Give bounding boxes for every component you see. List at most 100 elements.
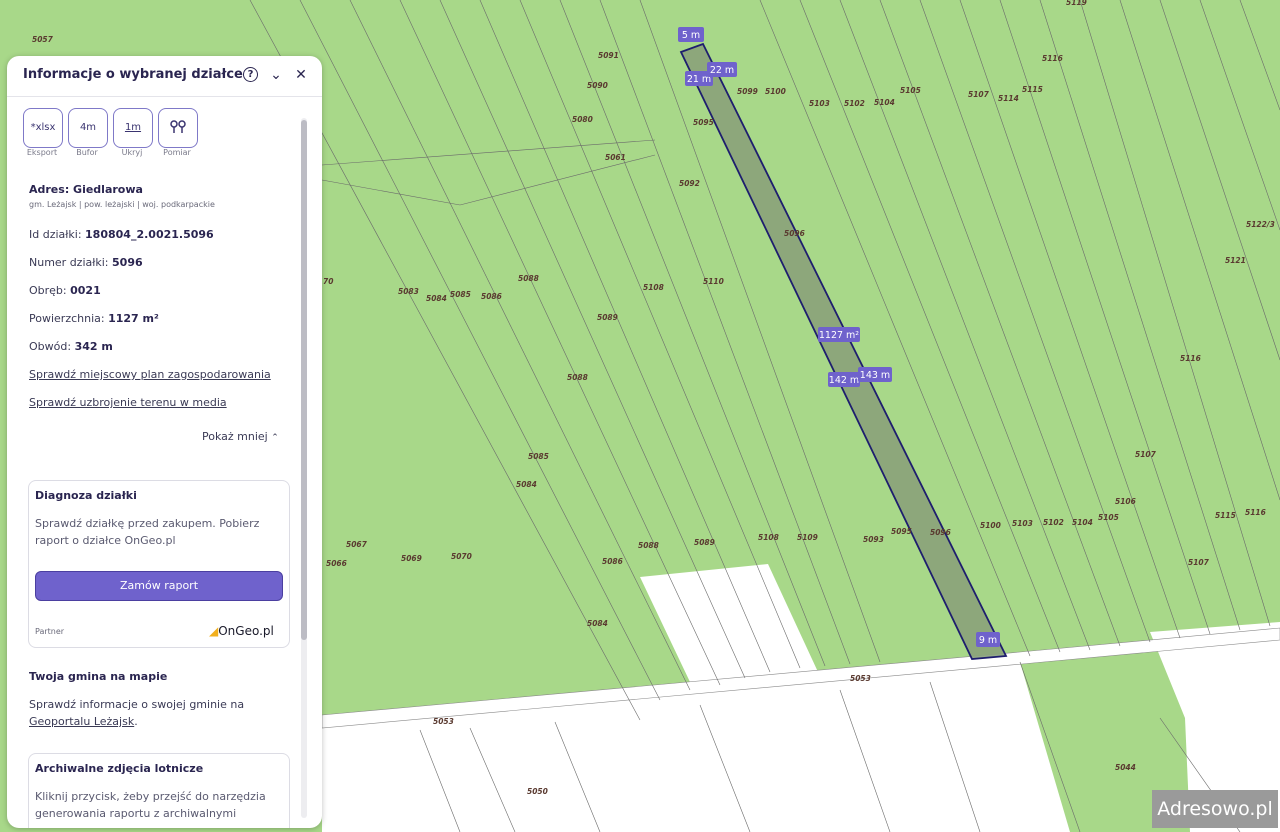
parcel-label: 5086 [602,557,623,566]
parcel-label: 5108 [758,533,779,542]
show-less-label: Pokaż mniej [202,430,268,443]
parcel-label: 5107 [1135,450,1157,459]
export-button[interactable]: *xlsx [23,108,63,148]
parcel-label: 5053 [850,674,871,683]
parcel-label: 5084 [516,480,537,489]
parcel-label: 5089 [597,313,618,322]
field-area-label: Powierzchnia: [29,312,109,325]
field-perimeter: Obwód: 342 m [29,340,113,353]
measure-tag-bottom-text: 9 m [979,635,997,646]
watermark: Adresowo.pl [1152,790,1278,828]
help-icon[interactable]: ? [243,67,258,82]
parcel-info-panel: Informacje o wybranej działce ? ⌄ ✕ *xls… [7,56,322,828]
parcel-label: 5114 [998,94,1019,103]
parcel-label: 5102 [1043,518,1064,527]
parcel-label: 5089 [694,538,715,547]
field-number: Numer działki: 5096 [29,256,143,269]
measure-tag-area-text: 1127 m² [819,330,859,341]
ongeo-mark-icon: ◢ [209,624,219,638]
field-perimeter-value: 342 m [74,340,113,353]
parcel-label: 5053 [433,717,454,726]
measure-button[interactable] [158,108,198,148]
panel-header: Informacje o wybranej działce ? ⌄ ✕ [7,56,322,97]
parcel-label: 5102 [844,99,865,108]
parcel-label: 5088 [638,541,659,550]
measure-tag-long-right-text: 143 m [860,370,890,381]
hide-icon: 1m [124,122,142,133]
panel-title: Informacje o wybranej działce [23,67,243,82]
order-report-button[interactable]: Zamów raport [35,571,283,601]
parcel-label: 5109 [797,533,818,542]
field-precinct: Obręb: 0021 [29,284,101,297]
parcel-label: 5095 [891,527,912,536]
address-label: Adres: Giedlarowa [29,183,143,196]
parcel-label: 5107 [968,90,990,99]
measure-tag-top-text: 5 m [682,30,700,41]
parcel-label: 5096 [784,229,805,238]
parcel-label: 5105 [900,86,921,95]
archive-title: Archiwalne zdjęcia lotnicze [35,762,204,775]
parcel-label: 5061 [605,153,626,162]
parcel-label: 5091 [598,51,619,60]
parcel-label: 5103 [809,99,830,108]
diagnosis-title: Diagnoza działki [35,489,137,502]
parcel-label: 5100 [980,521,1001,530]
xlsx-icon: *xlsx [30,122,56,133]
ongeo-logo: ◢OnGeo.pl [209,624,274,638]
parcel-label: 5116 [1245,508,1266,517]
field-perimeter-label: Obwód: [29,340,75,353]
parcel-label: 5067 [346,540,368,549]
geoportal-link[interactable]: Geoportalu Leżajsk [29,715,134,728]
archive-card: Archiwalne zdjęcia lotnicze Kliknij przy… [28,753,290,828]
chevron-up-icon: ⌃ [271,433,279,443]
parcel-label: 5088 [518,274,539,283]
hide-button[interactable]: 1m [113,108,153,148]
show-less-toggle[interactable]: Pokaż mniej ⌃ [202,430,279,443]
parcel-label: 5090 [587,81,608,90]
parcel-label: 5107 [1188,558,1210,567]
parcel-label: 5116 [1180,354,1201,363]
buffer-button[interactable]: 4m [68,108,108,148]
parcel-label: 5044 [1115,763,1136,772]
ongeo-brand: OnGeo.pl [218,624,274,638]
pin-pair-icon [170,120,186,133]
gmina-link-row: Geoportalu Leżajsk. [29,715,138,728]
field-number-label: Numer działki: [29,256,113,269]
field-id-value: 180804_2.0021.5096 [85,228,214,241]
parcel-label: 5099 [737,87,758,96]
parcel-label: 5110 [703,277,724,286]
archive-text-1: Kliknij przycisk, żeby przejść do narzęd… [35,790,266,803]
field-precinct-label: Obręb: [29,284,71,297]
parcel-label: 5086 [481,292,502,301]
chevron-down-icon[interactable]: ⌄ [268,67,284,83]
parcel-label: 5069 [401,554,422,563]
field-precinct-value: 0021 [70,284,101,297]
parcel-label: 5115 [1022,85,1043,94]
parcel-label: 5084 [587,619,608,628]
parcel-label: 5116 [1042,54,1063,63]
parcel-label: 5088 [567,373,588,382]
local-plan-link[interactable]: Sprawdź miejscowy plan zagospodarowania [29,368,271,381]
parcel-label: 5121 [1225,256,1246,265]
diagnosis-text-2: raport o działce OnGeo.pl [35,534,176,547]
measure-tag-long-left-text: 142 m [829,375,859,386]
gmina-text: Sprawdź informacje o swojej gminie na [29,698,245,711]
parcel-label: 5104 [1072,518,1093,527]
measure-label: Pomiar [163,148,191,157]
measure-tag-right-text: 22 m [710,65,734,76]
panel-scrollbar-thumb[interactable] [301,120,307,640]
parcel-label: 5119 [1066,0,1087,7]
parcel-label: 5057 [32,35,54,44]
close-icon[interactable]: ✕ [293,67,309,83]
parcel-label: 5104 [874,98,895,107]
utilities-link[interactable]: Sprawdź uzbrojenie terenu w media [29,396,227,409]
parcel-label: 5096 [930,528,951,537]
parcel-label: 5070 [451,552,472,561]
parcel-label: 5083 [398,287,419,296]
address-sub: gm. Leżajsk | pow. leżajski | woj. podka… [29,200,215,209]
field-id-label: Id działki: [29,228,86,241]
parcel-label: 5085 [450,290,471,299]
diagnosis-card: Diagnoza działki Sprawdź działkę przed z… [28,480,290,648]
field-id: Id działki: 180804_2.0021.5096 [29,228,214,241]
parcel-label: 5105 [1098,513,1119,522]
